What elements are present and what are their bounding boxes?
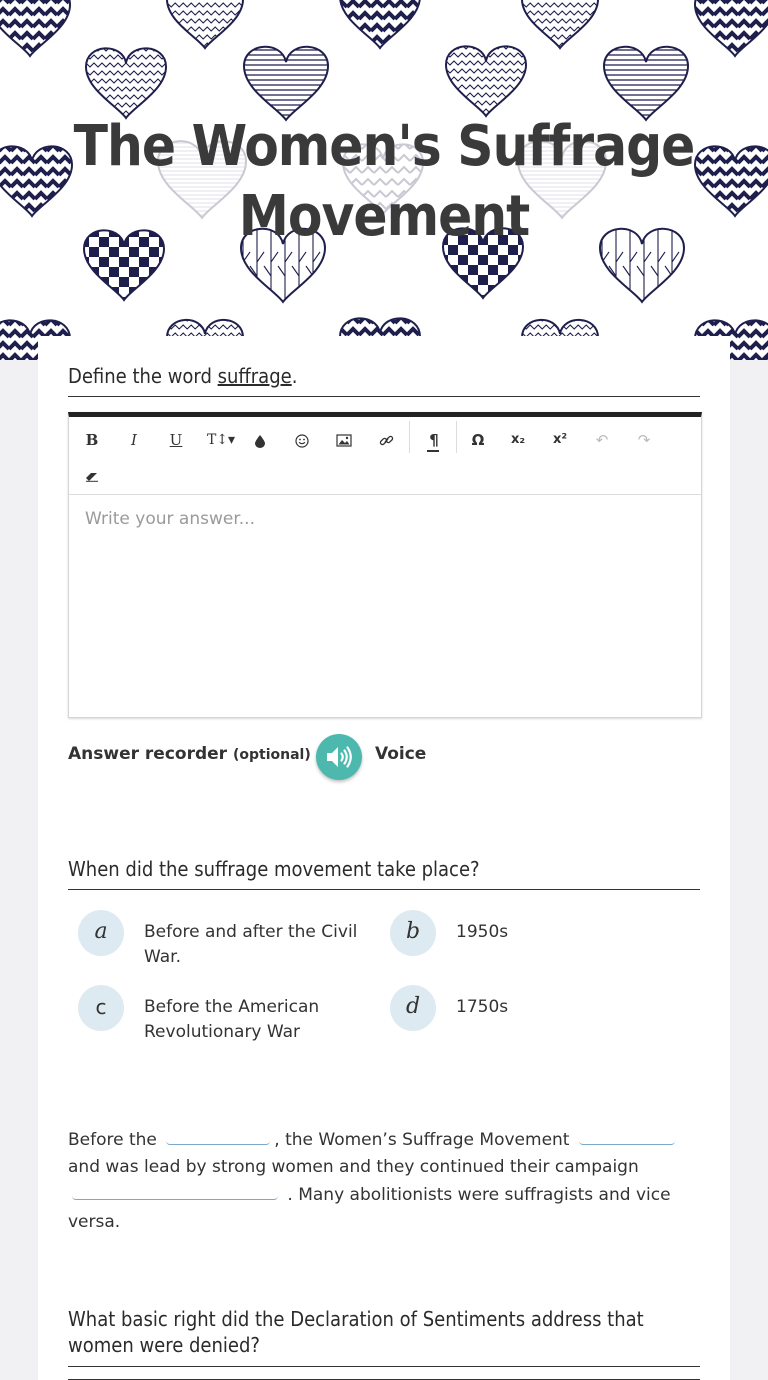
special-characters-button[interactable]: Ω	[463, 425, 493, 455]
heart-outline	[242, 45, 330, 122]
eraser-icon	[86, 472, 98, 482]
paragraph-direction-button[interactable]: ¶	[419, 425, 449, 455]
editor-toolbar: B I U T↕▾ ¶ Ω x₂ x² ↶ ↷	[69, 417, 701, 495]
option-d-text: 1750s	[456, 997, 509, 1017]
text-size-button[interactable]: T↕▾	[203, 425, 239, 455]
option-b-badge[interactable]: b	[390, 910, 436, 956]
clear-format-button[interactable]	[77, 461, 107, 491]
fill-text-2: , the Women’s Suffrage Movement	[274, 1130, 570, 1150]
answer-editor: B I U T↕▾ ¶ Ω x₂ x² ↶ ↷ Write your answe…	[68, 412, 702, 718]
superscript-button[interactable]: x²	[545, 425, 575, 455]
question-2-title: When did the suffrage movement take plac…	[68, 857, 700, 890]
title-line-1: The Women's Suffrage	[73, 114, 696, 179]
voice-label: Voice	[375, 744, 427, 764]
header-banner: The Women's Suffrage Movement	[0, 0, 768, 360]
page-title: The Women's Suffrage Movement	[0, 112, 768, 252]
option-a-badge[interactable]: a	[78, 910, 124, 956]
heart-outline	[602, 45, 690, 122]
option-d[interactable]: d 1750s	[390, 985, 690, 1045]
emoji-button[interactable]	[287, 425, 317, 455]
link-button[interactable]	[371, 425, 401, 455]
heart-decoration	[446, 46, 526, 114]
image-button[interactable]	[329, 425, 359, 455]
option-a-text: Before and after the Civil War.	[144, 922, 358, 967]
toolbar-divider	[409, 421, 410, 453]
link-icon	[379, 435, 393, 446]
smiley-icon	[295, 433, 309, 448]
worksheet: Define the word suffrage. B I U T↕▾ ¶ Ω …	[38, 336, 730, 1380]
option-b[interactable]: b 1950s	[390, 910, 690, 970]
heart-decoration	[695, 0, 768, 56]
arrow-right-icon	[427, 450, 439, 452]
title-line-2: Movement	[238, 184, 530, 249]
redo-button[interactable]: ↷	[629, 425, 659, 455]
heart-outline	[521, 0, 599, 50]
fill-text-3: and was lead by strong women and they co…	[68, 1157, 639, 1177]
heart-decoration	[86, 48, 166, 116]
option-b-text: 1950s	[456, 922, 509, 942]
fill-text-1: Before the	[68, 1130, 157, 1150]
color-button[interactable]	[245, 425, 275, 455]
voice-record-button[interactable]	[316, 734, 362, 780]
toolbar-divider	[456, 421, 457, 453]
answer-recorder: Answer recorder (optional) - Voice	[68, 734, 700, 784]
recorder-label: Answer recorder (optional) -	[68, 744, 324, 764]
recorder-label-text: Answer recorder	[68, 744, 228, 764]
fill-in-blank-question: Before the , the Women’s Suffrage Moveme…	[68, 1126, 700, 1236]
paragraph-icon: ¶	[429, 431, 439, 449]
undo-button[interactable]: ↶	[587, 425, 617, 455]
underline-button[interactable]: U	[161, 425, 191, 455]
heart-outline	[166, 0, 244, 50]
question-4-title: What basic right did the Declaration of …	[68, 1306, 700, 1367]
answer-text-area[interactable]: Write your answer...	[85, 509, 255, 529]
blank-input-2[interactable]	[578, 1126, 675, 1145]
question-1-suffix: .	[291, 364, 298, 388]
droplet-icon	[255, 434, 265, 448]
question-1-keyword: suffrage	[217, 364, 292, 388]
blank-input-1[interactable]	[166, 1126, 271, 1145]
option-a[interactable]: a Before and after the Civil War.	[78, 910, 378, 970]
option-c[interactable]: c Before the American Revolutionary War	[78, 985, 378, 1045]
option-c-badge[interactable]: c	[78, 985, 124, 1031]
heart-decoration	[604, 49, 688, 120]
option-d-badge[interactable]: d	[390, 985, 436, 1031]
recorder-optional-text: (optional)	[232, 747, 311, 763]
image-icon	[336, 434, 352, 447]
question-1-title: Define the word suffrage.	[68, 364, 700, 397]
blank-input-3[interactable]	[72, 1181, 278, 1200]
option-c-text: Before the American Revolutionary War	[144, 997, 320, 1042]
italic-button[interactable]: I	[119, 425, 149, 455]
question-1-prefix: Define the word	[68, 364, 218, 388]
speaker-icon	[327, 746, 352, 768]
heart-decoration	[244, 49, 328, 120]
bold-button[interactable]: B	[77, 425, 107, 455]
subscript-button[interactable]: x₂	[503, 425, 533, 455]
